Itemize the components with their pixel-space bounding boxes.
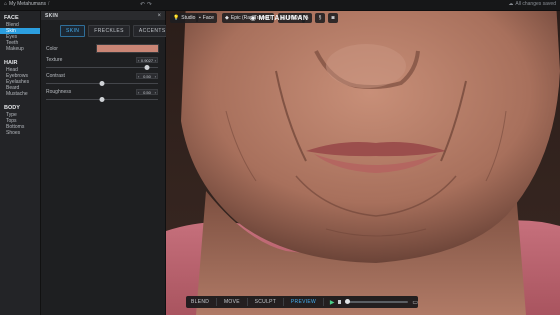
panel-header: SKIN × — [41, 11, 165, 20]
timeline-scrubber[interactable] — [345, 299, 351, 304]
roughness-slider-handle[interactable] — [99, 97, 105, 102]
skin-panel: SKIN × SKIN FRECKLES ACCENTS Color Textu… — [41, 11, 172, 315]
viewport-toolbar: 💡 Studio ▪ Face ◆ Epic (Ray Traced) ▤ LO… — [166, 13, 560, 25]
bulb-icon: 💡 — [173, 15, 180, 21]
separator — [283, 298, 284, 306]
mode-move[interactable]: MOVE — [219, 296, 245, 308]
character-render — [166, 11, 560, 315]
camera-label: Face — [202, 15, 214, 21]
close-icon[interactable]: × — [157, 13, 161, 19]
play-icon[interactable]: ▶ — [330, 299, 335, 306]
texture-slider-row: Texture ‹ 0.9027 › — [46, 57, 158, 71]
lighting-label: Studio — [181, 15, 196, 21]
camera-icon: ▪ — [199, 15, 201, 21]
increment-icon[interactable]: › — [155, 74, 156, 79]
title-bar: ⌂ My Metahumans / ↶ ↷ ☁ All changes save… — [0, 0, 560, 11]
roughness-value-field[interactable]: ‹ 0.50 › — [136, 89, 158, 95]
skin-color-swatch[interactable] — [96, 44, 159, 53]
character-viewport[interactable]: 💡 Studio ▪ Face ◆ Epic (Ray Traced) ▤ LO… — [166, 11, 560, 315]
nav-group-body: BODY — [4, 105, 20, 111]
roughness-value[interactable]: 0.50 — [143, 90, 151, 95]
undo-icon[interactable]: ↶ — [140, 1, 145, 8]
texture-value[interactable]: 0.9027 — [141, 58, 153, 63]
contrast-label: Contrast — [46, 73, 65, 79]
diamond-icon: ◆ — [225, 15, 229, 21]
contrast-slider-handle[interactable] — [99, 81, 105, 86]
brand-label: METAHUMAN — [258, 14, 309, 22]
color-row: Color — [46, 44, 159, 54]
roughness-slider-row: Roughness ‹ 0.50 › — [46, 89, 158, 103]
color-label: Color — [46, 46, 58, 52]
panel-tabs: SKIN FRECKLES ACCENTS — [60, 25, 172, 37]
hair-icon: § — [318, 15, 322, 21]
metahuman-logo: ◉ METAHUMAN — [250, 13, 308, 23]
redo-icon[interactable]: ↷ — [147, 1, 152, 8]
contrast-value-field[interactable]: ‹ 0.50 › — [136, 73, 158, 79]
increment-icon[interactable]: › — [155, 90, 156, 95]
logo-icon: ◉ — [250, 15, 257, 22]
tab-skin[interactable]: SKIN — [60, 25, 86, 37]
texture-slider-handle[interactable] — [144, 65, 150, 70]
decrement-icon[interactable]: ‹ — [138, 74, 139, 79]
increment-icon[interactable]: › — [155, 58, 156, 63]
mode-sculpt[interactable]: SCULPT — [250, 296, 282, 308]
stop-icon[interactable] — [338, 300, 342, 304]
mode-bar: BLEND MOVE SCULPT PREVIEW ▶ ▭ — [186, 296, 418, 308]
lighting-selector[interactable]: 💡 Studio — [170, 13, 199, 23]
breadcrumb-label[interactable]: My Metahumans — [9, 1, 46, 7]
separator — [323, 298, 324, 306]
texture-slider-track[interactable] — [46, 67, 158, 68]
mode-preview[interactable]: PREVIEW — [286, 296, 321, 308]
camera-shot-icon: ◙ — [331, 15, 335, 21]
separator — [216, 298, 217, 306]
texture-value-field[interactable]: ‹ 0.9027 › — [136, 57, 158, 63]
hair-tool-button[interactable]: § — [315, 13, 325, 23]
tab-freckles[interactable]: FRECKLES — [88, 25, 130, 37]
panel-title: SKIN — [45, 12, 59, 19]
nav-group-hair: HAIR — [4, 60, 18, 66]
mode-blend[interactable]: BLEND — [186, 296, 214, 308]
video-camera-icon[interactable]: ▭ — [412, 299, 418, 306]
breadcrumb: ⌂ My Metahumans / — [4, 1, 49, 7]
save-status: ☁ All changes saved — [508, 1, 556, 7]
save-status-label: All changes saved — [515, 1, 556, 7]
breadcrumb-separator: / — [48, 1, 50, 7]
decrement-icon[interactable]: ‹ — [138, 58, 139, 63]
screenshot-button[interactable]: ◙ — [328, 13, 338, 23]
nav-item-shoes[interactable]: Shoes — [0, 130, 40, 136]
texture-label: Texture — [46, 57, 63, 63]
roughness-label: Roughness — [46, 89, 72, 95]
cloud-icon: ☁ — [508, 1, 514, 7]
contrast-slider-row: Contrast ‹ 0.50 › — [46, 73, 158, 87]
decrement-icon[interactable]: ‹ — [138, 90, 139, 95]
home-icon[interactable]: ⌂ — [4, 1, 7, 7]
nav-group-face: FACE — [4, 15, 19, 21]
separator — [246, 298, 248, 306]
contrast-value[interactable]: 0.50 — [143, 74, 151, 79]
animation-timeline[interactable] — [345, 299, 409, 304]
category-nav: FACE Blend Skin Eyes Teeth Makeup HAIR H… — [0, 11, 41, 315]
camera-selector[interactable]: ▪ Face — [196, 13, 217, 23]
